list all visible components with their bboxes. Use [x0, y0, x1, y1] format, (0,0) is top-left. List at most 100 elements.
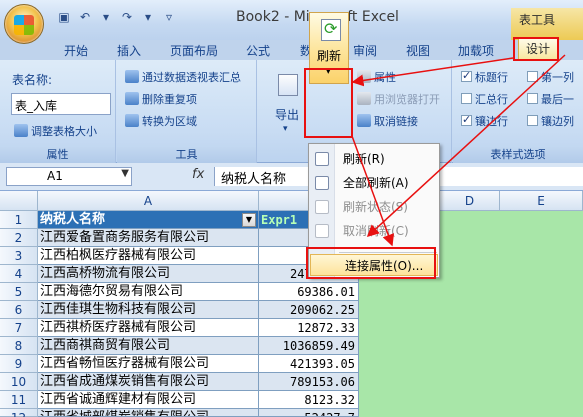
total-row-label: 汇总行 [475, 93, 508, 106]
formula-bar: A1 ▼ fx 纳税人名称 [0, 163, 583, 191]
table-cell[interactable]: 江西爱备置商务服务有限公司 [38, 229, 259, 247]
row-header[interactable]: 10 [0, 373, 38, 391]
banded-columns-checkbox[interactable]: 镶边列 [527, 113, 574, 129]
office-logo-icon [14, 15, 34, 35]
ribbon-tabs: 开始 插入 页面布局 公式 数据 审阅 视图 加载项 [0, 40, 583, 60]
table-cell[interactable]: 209062.25 [259, 301, 359, 319]
banded-columns-label: 镶边列 [541, 115, 574, 128]
quick-access-toolbar: ▣ ↶ ▾ ↷ ▾ ▿ [55, 8, 178, 26]
undo-dropdown-icon[interactable]: ▾ [97, 9, 115, 25]
unlink-label: 取消链接 [374, 115, 418, 128]
row-header[interactable]: 2 [0, 229, 38, 247]
total-row-checkbox[interactable]: 汇总行 [461, 91, 508, 107]
row-header[interactable]: 5 [0, 283, 38, 301]
row-header[interactable]: 8 [0, 337, 38, 355]
redo-icon[interactable]: ↷ [118, 9, 136, 25]
group-properties: 表名称: 表_入库 调整表格大小 属性 [0, 60, 116, 163]
table-cell[interactable]: 江西省诚通辉建材有限公司 [38, 391, 259, 409]
menu-item-refresh-status[interactable]: 刷新状态(S) [309, 196, 439, 218]
customize-qat-icon[interactable]: ▿ [160, 9, 178, 25]
group-label-properties: 属性 [0, 147, 115, 163]
convert-to-range-button[interactable]: 转换为区域 [125, 113, 197, 129]
table-cell[interactable]: 8123.32 [259, 391, 359, 409]
table-cell[interactable]: 江西高桥物流有限公司 [38, 265, 259, 283]
row-header[interactable]: 6 [0, 301, 38, 319]
office-button[interactable] [4, 4, 44, 44]
table-cell[interactable]: 12872.33 [259, 319, 359, 337]
table-cell[interactable]: 421393.05 [259, 355, 359, 373]
row-header[interactable]: 4 [0, 265, 38, 283]
checkbox-checked-icon [461, 113, 472, 126]
unlink-button[interactable]: 取消链接 [357, 113, 418, 129]
open-in-browser-button[interactable]: 用浏览器打开 [357, 91, 440, 107]
tab-formulas[interactable]: 公式 [246, 42, 270, 59]
remove-duplicates-label: 删除重复项 [142, 93, 197, 106]
filter-dropdown-icon[interactable]: ▼ [242, 213, 256, 227]
tab-home[interactable]: 开始 [64, 42, 88, 59]
select-all-corner[interactable] [0, 191, 38, 211]
table-cell[interactable]: 52427.7 [259, 409, 359, 417]
table-cell[interactable]: 789153.06 [259, 373, 359, 391]
column-header-e[interactable]: E [500, 191, 583, 211]
table-name-input[interactable]: 表_入库 [11, 93, 111, 115]
resize-table-icon [14, 124, 28, 137]
insert-function-icon[interactable]: fx [192, 167, 204, 182]
menu-item-label: 全部刷新(A) [343, 176, 409, 190]
tab-insert[interactable]: 插入 [117, 42, 141, 59]
tab-addins[interactable]: 加载项 [458, 42, 494, 59]
menu-item-refresh-all[interactable]: 全部刷新(A) [309, 172, 439, 194]
refresh-dropdown-icon[interactable]: ▾ [326, 67, 331, 77]
banded-rows-checkbox[interactable]: 镶边行 [461, 113, 508, 129]
refresh-icon [321, 19, 341, 41]
table-cell[interactable]: 69386.01 [259, 283, 359, 301]
remove-duplicates-button[interactable]: 删除重复项 [125, 91, 197, 107]
first-column-checkbox[interactable]: 第一列 [527, 69, 574, 85]
export-button[interactable]: 导出 ▾ [268, 70, 308, 142]
table-cell[interactable]: 江西省城部煤炭销售有限公司 [38, 409, 259, 417]
table-cell[interactable]: 江西祺桥医疗器械有限公司 [38, 319, 259, 337]
tab-design[interactable]: 设计 [518, 38, 558, 60]
pivot-summary-button[interactable]: 通过数据透视表汇总 [125, 69, 241, 85]
row-header[interactable]: 11 [0, 391, 38, 409]
checkbox-unchecked-icon [527, 93, 538, 104]
column-header-d[interactable]: D [440, 191, 500, 211]
save-icon[interactable]: ▣ [55, 9, 73, 25]
tab-view[interactable]: 视图 [406, 42, 430, 59]
row-header[interactable]: 7 [0, 319, 38, 337]
row-header[interactable]: 1 [0, 211, 38, 229]
first-column-label: 第一列 [541, 71, 574, 84]
table-cell[interactable]: 江西省成通煤炭销售有限公司 [38, 373, 259, 391]
undo-icon[interactable]: ↶ [76, 9, 94, 25]
row-header[interactable]: 9 [0, 355, 38, 373]
properties-button[interactable]: 属性 [357, 69, 396, 85]
tab-page-layout[interactable]: 页面布局 [170, 42, 218, 59]
table-cell[interactable]: 1036859.49 [259, 337, 359, 355]
export-dropdown-icon: ▾ [283, 124, 288, 134]
refresh-button[interactable]: 刷新 ▾ [309, 12, 349, 84]
header-row-label: 标题行 [475, 71, 508, 84]
header-row-checkbox[interactable]: 标题行 [461, 69, 508, 85]
last-column-checkbox[interactable]: 最后一 [527, 91, 574, 107]
pivot-table-icon [125, 70, 139, 83]
name-box[interactable]: A1 ▼ [6, 167, 132, 186]
resize-table-button[interactable]: 调整表格大小 [14, 123, 97, 139]
redo-dropdown-icon[interactable]: ▾ [139, 9, 157, 25]
group-label-style-options: 表样式选项 [453, 147, 583, 163]
menu-item-cancel-refresh[interactable]: 取消刷新(C) [309, 220, 439, 242]
name-box-dropdown-icon[interactable]: ▼ [121, 168, 129, 179]
table-cell[interactable]: 江西省畅恒医疗器械有限公司 [38, 355, 259, 373]
tab-review[interactable]: 审阅 [353, 42, 377, 59]
table-cell[interactable]: 江西佳琪生物科技有限公司 [38, 301, 259, 319]
menu-item-connection-properties[interactable]: 连接属性(O)... [310, 254, 438, 276]
column-header-a[interactable]: A [38, 191, 259, 211]
row-header[interactable]: 12 [0, 409, 38, 417]
ribbon: 表名称: 表_入库 调整表格大小 属性 通过数据透视表汇总 删除重复项 转换为区… [0, 60, 583, 163]
pivot-summary-label: 通过数据透视表汇总 [142, 71, 241, 84]
table-cell[interactable]: 江西柏枫医疗器械有限公司 [38, 247, 259, 265]
table-header-cell[interactable]: 纳税人名称 ▼ [38, 211, 259, 229]
table-cell[interactable]: 江西商祺商贸有限公司 [38, 337, 259, 355]
menu-separator [339, 252, 437, 253]
table-cell[interactable]: 江西海德尔贸易有限公司 [38, 283, 259, 301]
row-header[interactable]: 3 [0, 247, 38, 265]
menu-item-refresh[interactable]: 刷新(R) [309, 148, 439, 170]
